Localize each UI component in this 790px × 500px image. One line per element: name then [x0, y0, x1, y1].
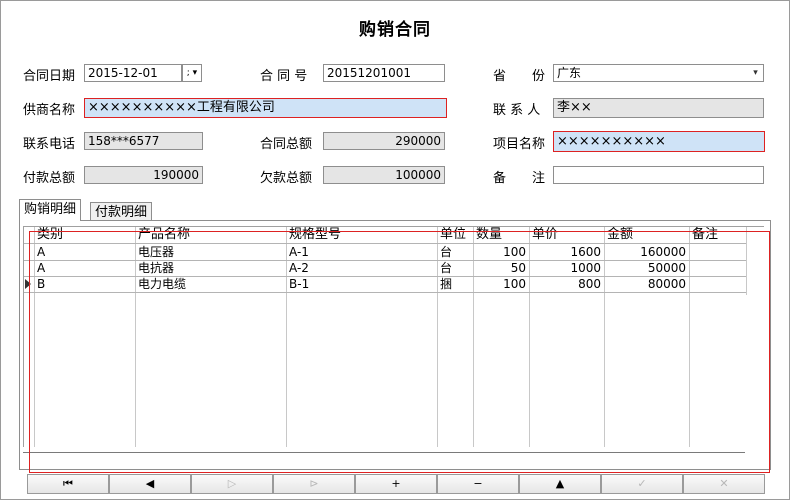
province-value: 广东: [557, 66, 582, 80]
contract-no-field[interactable]: 20151201001: [323, 64, 445, 82]
delete-record-button[interactable]: −: [437, 474, 519, 494]
last-record-button[interactable]: ⊳: [273, 474, 355, 494]
table-cell-qty[interactable]: 100: [473, 276, 529, 292]
table-cell-product[interactable]: 电抗器: [135, 260, 286, 276]
table-cell-price[interactable]: 1000: [529, 260, 604, 276]
tab-purchase-details[interactable]: 购销明细: [19, 199, 82, 221]
record-navigator: ⏮ ◀ ▷ ⊳ + − ▲ ✓ ✕: [27, 474, 767, 494]
contract-no-label: 合 同 号: [260, 69, 308, 84]
table-cell-product[interactable]: 电压器: [135, 244, 286, 260]
row-divider: [24, 292, 746, 293]
table-cell-remark[interactable]: [689, 276, 746, 292]
province-label: 省 份: [493, 69, 546, 84]
table-cell-category[interactable]: B: [34, 276, 135, 292]
column-header[interactable]: 数量: [473, 227, 529, 243]
contact-field[interactable]: 李××: [553, 98, 764, 118]
column-header[interactable]: 单位: [437, 227, 473, 243]
supplier-label: 供商名称: [23, 103, 76, 118]
table-cell-spec[interactable]: A-2: [286, 260, 437, 276]
tab-payment-details[interactable]: 付款明细: [90, 202, 153, 222]
chevron-down-icon: ; ▾: [186, 68, 198, 78]
chevron-down-icon[interactable]: ▾: [749, 66, 762, 80]
cancel-record-button[interactable]: ✕: [683, 474, 765, 494]
post-record-button[interactable]: ✓: [601, 474, 683, 494]
table-cell-price[interactable]: 1600: [529, 244, 604, 260]
contract-date-field[interactable]: 2015-12-01: [84, 64, 182, 82]
table-cell-remark[interactable]: [689, 260, 746, 276]
table-cell-spec[interactable]: A-1: [286, 244, 437, 260]
table-cell-unit[interactable]: 捆: [437, 276, 473, 292]
table-cell-unit[interactable]: 台: [437, 260, 473, 276]
grid-column-divider: [746, 227, 747, 295]
first-record-button[interactable]: ⏮: [27, 474, 109, 494]
table-cell-qty[interactable]: 100: [473, 244, 529, 260]
details-grid[interactable]: 类别 产品名称 规格型号 单位 数量 单价 金额 备注 A 电压器 A-1 台 100 1600 1600…: [23, 226, 764, 447]
page-title: 购销合同: [359, 20, 431, 40]
paid-field[interactable]: 190000: [84, 166, 203, 184]
province-select[interactable]: 广东 ▾: [553, 64, 764, 82]
next-record-button[interactable]: ▷: [191, 474, 273, 494]
contract-date-label: 合同日期: [23, 69, 76, 84]
contact-label: 联 系 人: [493, 103, 541, 118]
date-picker-button[interactable]: ; ▾: [182, 64, 202, 82]
table-cell-qty[interactable]: 50: [473, 260, 529, 276]
horizontal-scrollbar[interactable]: [23, 452, 745, 453]
table-cell-spec[interactable]: B-1: [286, 276, 437, 292]
contract-window: 购销合同 合同日期 2015-12-01 ; ▾ 合 同 号 201512010…: [0, 0, 790, 500]
table-cell-price[interactable]: 800: [529, 276, 604, 292]
project-field[interactable]: ××××××××××: [553, 131, 765, 152]
table-cell-product[interactable]: 电力电缆: [135, 276, 286, 292]
project-label: 项目名称: [493, 137, 546, 152]
column-header[interactable]: 金额: [604, 227, 689, 243]
column-header[interactable]: 单价: [529, 227, 604, 243]
owed-field[interactable]: 100000: [323, 166, 445, 184]
phone-label: 联系电话: [23, 137, 76, 152]
total-label: 合同总额: [260, 137, 313, 152]
phone-field[interactable]: 158***6577: [84, 132, 203, 150]
table-cell-unit[interactable]: 台: [437, 244, 473, 260]
table-cell-category[interactable]: A: [34, 260, 135, 276]
remark-label: 备 注: [493, 171, 546, 186]
paid-label: 付款总额: [23, 171, 76, 186]
current-row-indicator-icon: [25, 279, 31, 289]
owed-label: 欠款总额: [260, 171, 313, 186]
table-cell-amount[interactable]: 50000: [604, 260, 689, 276]
table-cell-category[interactable]: A: [34, 244, 135, 260]
total-field[interactable]: 290000: [323, 132, 445, 150]
insert-record-button[interactable]: +: [355, 474, 437, 494]
column-header[interactable]: 产品名称: [135, 227, 286, 243]
edit-record-button[interactable]: ▲: [519, 474, 601, 494]
remark-field[interactable]: [553, 166, 764, 184]
column-header[interactable]: 类别: [34, 227, 135, 243]
table-cell-amount[interactable]: 160000: [604, 244, 689, 260]
column-header[interactable]: 备注: [689, 227, 746, 243]
column-header[interactable]: 规格型号: [286, 227, 437, 243]
table-cell-amount[interactable]: 80000: [604, 276, 689, 292]
table-cell-remark[interactable]: [689, 244, 746, 260]
supplier-field[interactable]: ××××××××××工程有限公司: [84, 98, 447, 118]
prior-record-button[interactable]: ◀: [109, 474, 191, 494]
